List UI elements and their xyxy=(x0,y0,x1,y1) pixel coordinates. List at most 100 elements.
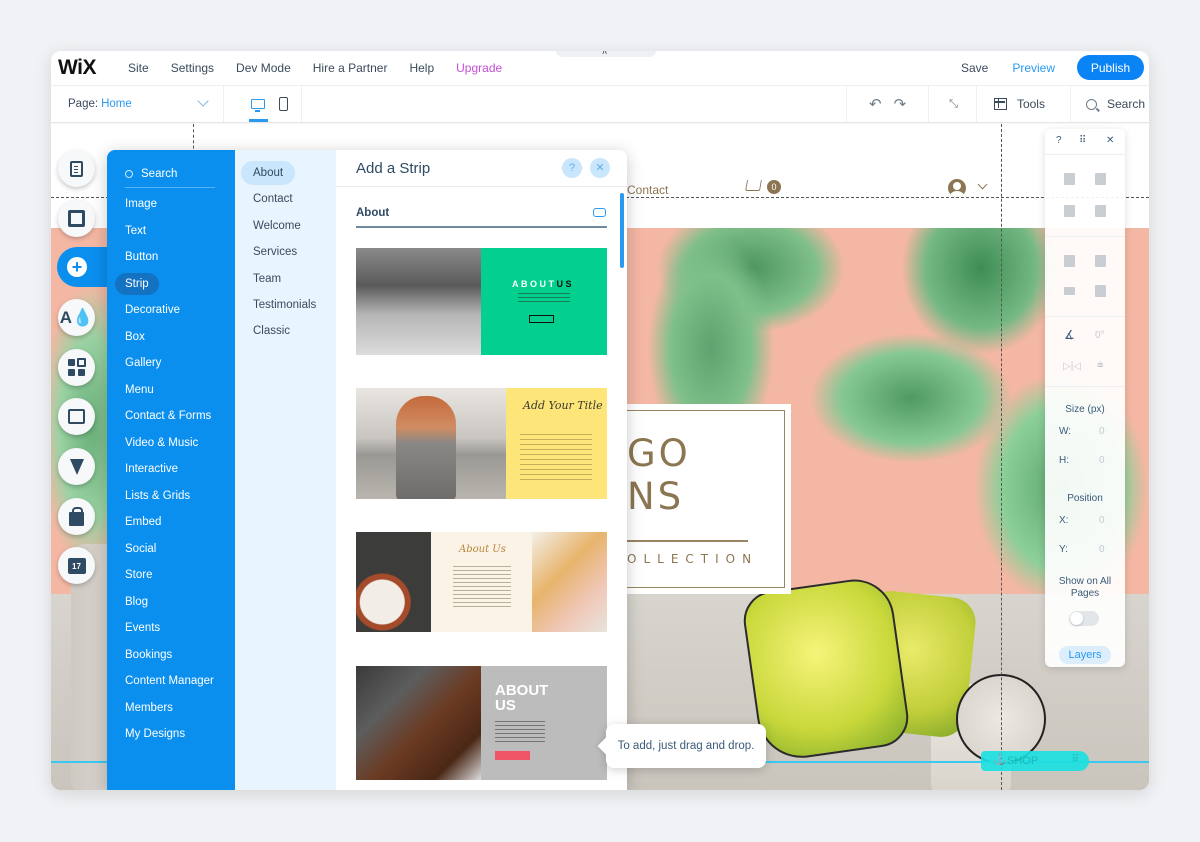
zoom-out-button[interactable]: ⤡ xyxy=(928,86,976,122)
category-item[interactable]: Box xyxy=(115,326,155,348)
subcategory-item[interactable]: Welcome xyxy=(241,214,313,238)
subcategory-item[interactable]: About xyxy=(241,161,296,185)
category-item[interactable]: My Designs xyxy=(115,723,195,745)
strip-preset-about-yellow[interactable]: Add Your Title xyxy=(356,388,607,499)
category-item[interactable]: Embed xyxy=(115,511,171,533)
hero-subtitle[interactable]: OLLECTION xyxy=(627,552,758,566)
help-button[interactable]: ? xyxy=(562,158,582,178)
rail-media-button[interactable] xyxy=(58,398,95,435)
category-item[interactable]: Content Manager xyxy=(115,670,224,692)
duplicate-icon[interactable] xyxy=(1064,205,1075,217)
category-item[interactable]: Contact & Forms xyxy=(115,405,221,427)
collapse-toolbar-handle[interactable]: ˄ xyxy=(556,51,656,57)
category-item[interactable]: Gallery xyxy=(115,352,171,374)
distribute-icon[interactable] xyxy=(1064,287,1075,295)
rail-theme-button[interactable]: A💧 xyxy=(58,299,95,336)
preview-button[interactable]: Preview xyxy=(1012,61,1055,75)
preset-title: Add Your Title xyxy=(523,399,603,412)
flip-vertical-icon[interactable]: ⩧ xyxy=(1097,359,1103,372)
category-item[interactable]: Video & Music xyxy=(115,432,208,454)
inspector-drag-icon[interactable]: ⠿ xyxy=(1079,135,1086,146)
rail-background-button[interactable] xyxy=(58,200,95,237)
category-item[interactable]: Text xyxy=(115,220,156,242)
subcategory-item[interactable]: Testimonials xyxy=(241,293,328,317)
anchor-icon: ⚓ xyxy=(993,754,1007,766)
category-item[interactable]: Image xyxy=(115,193,167,215)
subcategory-item[interactable]: Classic xyxy=(241,319,302,343)
rail-pages-button[interactable] xyxy=(58,150,95,187)
panel-scrollbar[interactable] xyxy=(620,193,624,268)
copy-icon[interactable] xyxy=(1064,173,1075,185)
search-button[interactable]: Search xyxy=(1069,86,1149,122)
inspector-header: ? ⠿ ✕ xyxy=(1045,129,1125,155)
height-input[interactable]: 0 xyxy=(1099,455,1105,466)
match-size-icon[interactable] xyxy=(1095,285,1106,297)
category-item[interactable]: Menu xyxy=(115,379,164,401)
strip-preset-about-grey[interactable]: ABOUT US xyxy=(356,666,607,780)
wix-logo[interactable]: WiX xyxy=(58,56,128,80)
page-selector[interactable]: Page: Home xyxy=(51,86,224,122)
paste-icon[interactable] xyxy=(1095,173,1106,185)
site-nav-contact[interactable]: Contact xyxy=(627,183,668,197)
width-input[interactable]: 0 xyxy=(1099,426,1105,437)
category-item[interactable]: Blog xyxy=(115,591,158,613)
menu-hire-a-partner[interactable]: Hire a Partner xyxy=(313,61,388,75)
x-input[interactable]: 0 xyxy=(1099,515,1105,526)
save-button[interactable]: Save xyxy=(961,61,988,75)
main-menu: Site Settings Dev Mode Hire a Partner He… xyxy=(128,61,524,75)
category-item[interactable]: Members xyxy=(115,697,183,719)
flip-horizontal-icon[interactable]: ▷|◁ xyxy=(1063,361,1081,372)
search-label: Search xyxy=(1106,97,1145,111)
category-item[interactable]: Social xyxy=(115,538,166,560)
video-icon[interactable] xyxy=(593,208,606,217)
delete-icon[interactable] xyxy=(1095,205,1106,217)
rotate-icon[interactable]: ∡ xyxy=(1064,328,1075,342)
preset-body-text xyxy=(518,293,570,305)
subcategory-item[interactable]: Services xyxy=(241,240,309,264)
category-item[interactable]: Store xyxy=(115,564,163,586)
rail-bookings-button[interactable]: 17 xyxy=(58,547,95,584)
strip-preset-about-green[interactable]: ABOUTUS xyxy=(356,248,607,355)
desktop-icon[interactable] xyxy=(251,99,265,112)
rail-apps-button[interactable] xyxy=(58,349,95,386)
layers-button[interactable]: Layers xyxy=(1059,646,1111,664)
subcategory-item[interactable]: Contact xyxy=(241,187,305,211)
menu-upgrade[interactable]: Upgrade xyxy=(456,61,502,75)
undo-icon[interactable]: ↶ xyxy=(869,95,882,113)
menu-dev-mode[interactable]: Dev Mode xyxy=(236,61,291,75)
media-icon xyxy=(68,409,85,424)
arrange-icon[interactable] xyxy=(1064,255,1075,267)
category-item[interactable]: Lists & Grids xyxy=(115,485,200,507)
subcategory-item[interactable]: Team xyxy=(241,267,293,291)
y-input[interactable]: 0 xyxy=(1099,544,1105,555)
inspector-help-icon[interactable]: ? xyxy=(1056,135,1062,146)
hero-title[interactable]: GO NS xyxy=(627,432,691,518)
inspector-close-icon[interactable]: ✕ xyxy=(1106,135,1114,146)
user-avatar-icon[interactable] xyxy=(948,179,966,197)
rail-store-button[interactable] xyxy=(58,498,95,535)
category-item[interactable]: Interactive xyxy=(115,458,188,480)
close-button[interactable]: ✕ xyxy=(590,158,610,178)
rail-blog-button[interactable] xyxy=(58,448,95,485)
panel-search-input[interactable]: Search xyxy=(125,160,215,188)
menu-site[interactable]: Site xyxy=(128,61,149,75)
category-item[interactable]: Events xyxy=(115,617,170,639)
strip-preset-about-food[interactable]: About Us xyxy=(356,532,607,632)
category-item[interactable]: Strip xyxy=(115,272,159,295)
mobile-icon[interactable] xyxy=(279,97,288,111)
redo-icon[interactable]: ↷ xyxy=(894,95,907,113)
publish-button[interactable]: Publish xyxy=(1077,55,1144,80)
align-icon[interactable] xyxy=(1095,255,1106,267)
tools-button[interactable]: Tools xyxy=(975,86,1070,122)
category-item[interactable]: Bookings xyxy=(115,644,182,666)
cart-widget[interactable]: 0 xyxy=(745,178,786,198)
menu-help[interactable]: Help xyxy=(409,61,434,75)
category-item[interactable]: Decorative xyxy=(115,299,190,321)
rotate-value[interactable]: 0° xyxy=(1095,330,1105,341)
menu-settings[interactable]: Settings xyxy=(171,61,214,75)
show-on-all-pages-toggle[interactable] xyxy=(1069,611,1099,626)
rail-add-button[interactable]: + xyxy=(57,247,107,287)
anchor-tag[interactable]: ⚓ SHOP ⠿ xyxy=(981,751,1089,771)
drag-handle-icon[interactable]: ⠿ xyxy=(1072,754,1079,765)
category-item[interactable]: Button xyxy=(115,246,168,268)
